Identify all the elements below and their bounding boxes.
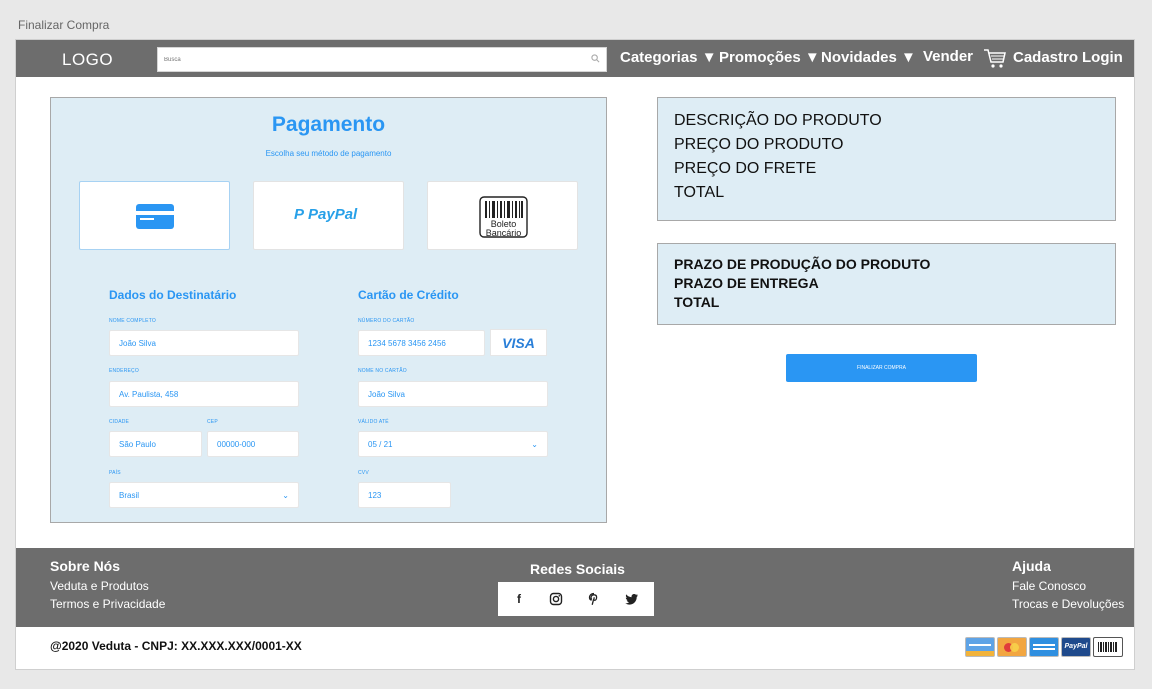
card-number-field[interactable]: 1234 5678 3456 2456 [358,330,485,356]
search-icon[interactable] [591,54,600,63]
search-input[interactable] [158,48,578,72]
name-field[interactable]: João Silva [109,330,299,356]
cep-label: CEP [207,419,218,425]
city-label: CIDADE [109,419,130,425]
address-label: ENDEREÇO [109,368,139,374]
country-select[interactable]: Brasil ⌄ [109,482,299,508]
card-heading: Cartão de Crédito [358,288,459,302]
top-navbar: LOGO Categorias ▼ Promoções ▼ Novidades … [16,40,1134,77]
social-heading: Redes Sociais [530,561,625,577]
social-icons-box: f [498,582,654,616]
chevron-down-icon: ⌄ [531,440,538,449]
copyright: @2020 Veduta - CNPJ: XX.XXX.XXX/0001-XX [50,639,302,653]
nav-promocoes[interactable]: Promoções ▼ [719,49,820,66]
recipient-heading: Dados do Destinatário [109,288,237,302]
footer-link-terms[interactable]: Termos e Privacidade [50,597,165,611]
card-icon [965,637,995,657]
deadline-total: TOTAL [674,294,720,310]
nav-vender[interactable]: Vender [923,48,973,65]
address-field[interactable]: Av. Paulista, 458 [109,381,299,407]
product-description: DESCRIÇÃO DO PRODUTO [674,112,882,129]
page-label: Finalizar Compra [18,18,110,32]
mastercard-icon [997,637,1027,657]
search-bar[interactable] [157,47,607,72]
chevron-down-icon: ⌄ [282,491,289,500]
cvv-label: CVV [358,470,369,476]
method-paypal-option[interactable]: P PayPal [253,181,404,250]
instagram-icon[interactable] [549,592,563,606]
payment-methods-icons: PayPal [965,637,1124,659]
boleto-label-line2: Bancário [485,228,522,238]
card-icon [136,204,174,229]
valid-until-select[interactable]: 05 / 21 ⌄ [358,431,548,457]
method-card-option[interactable] [79,181,230,250]
product-price: PREÇO DO PRODUTO [674,136,844,153]
delivery-deadline: PRAZO DE ENTREGA [674,275,819,291]
footer-link-veduta[interactable]: Veduta e Produtos [50,579,149,593]
card-icon [1029,637,1059,657]
help-heading: Ajuda [1012,558,1051,574]
card-holder-label: NOME NO CARTÃO [358,368,407,374]
twitter-icon[interactable] [625,592,639,606]
facebook-icon[interactable]: f [512,592,526,606]
nav-novidades[interactable]: Novidades ▼ [821,49,916,66]
footer-link-returns[interactable]: Trocas e Devoluções [1012,597,1124,611]
valid-until-label: VÁLIDO ATÉ [358,419,389,425]
barcode-icon [1093,637,1123,657]
payment-subtitle: Escolha seu método de pagamento [265,149,392,158]
footer: Sobre Nós Veduta e Produtos Termos e Pri… [16,548,1134,627]
payment-panel: Pagamento Escolha seu método de pagament… [50,97,607,523]
order-summary-panel: DESCRIÇÃO DO PRODUTO PREÇO DO PRODUTO PR… [657,97,1116,221]
footer-link-contact[interactable]: Fale Conosco [1012,579,1086,593]
cvv-field[interactable]: 123 [358,482,451,508]
nav-login[interactable]: Login [1082,49,1123,66]
card-holder-field[interactable]: João Silva [358,381,548,407]
name-label: NOME COMPLETO [109,318,156,324]
production-deadline: PRAZO DE PRODUÇÃO DO PRODUTO [674,256,931,272]
about-heading: Sobre Nós [50,558,121,574]
valid-until-value: 05 / 21 [368,440,393,449]
deadline-panel: PRAZO DE PRODUÇÃO DO PRODUTO PRAZO DE EN… [657,243,1116,325]
method-boleto-option[interactable]: Boleto Bancário [427,181,578,250]
shipping-price: PREÇO DO FRETE [674,160,817,177]
city-field[interactable]: São Paulo [109,431,202,457]
paypal-icon: PayPal [1061,637,1091,657]
summary-total: TOTAL [674,184,725,201]
payment-title: Pagamento [271,113,386,136]
pinterest-icon[interactable] [587,592,601,606]
nav-categorias[interactable]: Categorias ▼ [620,49,717,66]
cep-field[interactable]: 00000-000 [207,431,299,457]
visa-badge: VISA [490,329,547,356]
country-value: Brasil [119,491,140,500]
cart-icon[interactable] [983,47,1007,69]
page-frame: LOGO Categorias ▼ Promoções ▼ Novidades … [15,39,1135,670]
country-label: PAÍS [109,470,121,476]
nav-cadastro[interactable]: Cadastro [1013,49,1078,66]
finalize-purchase-button[interactable]: FINALIZAR COMPRA [786,354,977,382]
logo[interactable]: LOGO [62,50,113,70]
card-number-label: NÚMERO DO CARTÃO [358,318,415,324]
paypal-logo: P PayPal [294,206,358,223]
